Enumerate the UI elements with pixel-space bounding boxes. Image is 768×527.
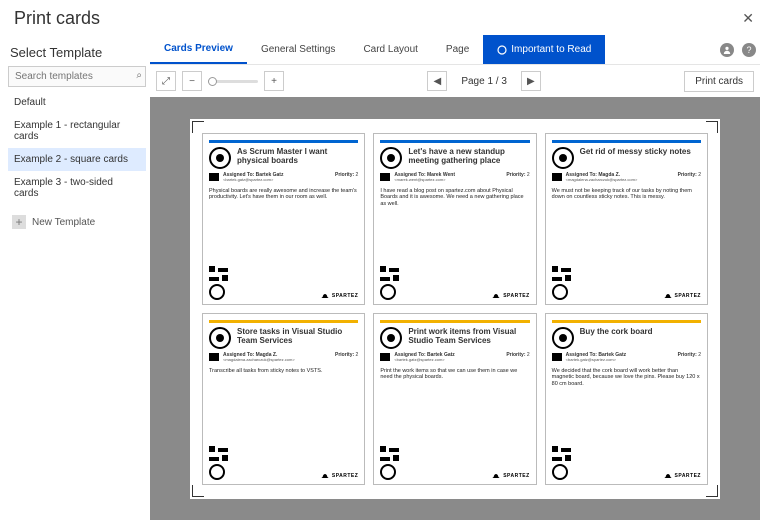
card-priority: Priority: 2 — [678, 173, 701, 179]
card-color-bar — [552, 320, 701, 323]
template-sidebar: Select Template ⌕ DefaultExample 1 - rec… — [0, 35, 150, 526]
card-description: Transcribe all tasks from sticky notes t… — [209, 368, 358, 375]
zoom-in-button[interactable]: + — [264, 71, 284, 91]
template-item[interactable]: Example 3 - two-sided cards — [8, 171, 146, 205]
card-title: Print work items from Visual Studio Team… — [408, 327, 529, 349]
qr-code-icon — [380, 446, 399, 480]
card-priority: Priority: 2 — [506, 173, 529, 179]
tab[interactable]: Cards Preview — [150, 35, 247, 64]
assignee-icon — [552, 173, 562, 181]
preview-toolbar: ⤢ − + ◀ Page 1 / 3 ▶ Print cards — [150, 65, 760, 97]
card-description: We must not be keeping track of our task… — [552, 188, 701, 202]
tab[interactable]: Important to Read — [483, 35, 605, 64]
brand-label: SPARTEZ — [492, 472, 529, 480]
assignee-icon — [209, 173, 219, 181]
new-template-button[interactable]: + New Template — [8, 209, 146, 235]
card-priority: Priority: 2 — [335, 173, 358, 179]
preview-card: Store tasks in Visual Studio Team Servic… — [202, 313, 365, 485]
plus-icon: + — [12, 215, 26, 229]
card-priority: Priority: 2 — [678, 353, 701, 359]
crop-mark — [706, 485, 718, 497]
assignee-icon — [380, 353, 390, 361]
card-description: Physical boards are really awesome and i… — [209, 188, 358, 202]
assignee-icon — [380, 173, 390, 181]
tab[interactable]: Page — [432, 35, 483, 64]
crop-mark — [192, 121, 204, 133]
card-title: As Scrum Master I want physical boards — [237, 147, 358, 169]
new-template-label: New Template — [32, 217, 95, 228]
zoom-out-button[interactable]: − — [182, 71, 202, 91]
card-color-bar — [552, 140, 701, 143]
assignee-icon — [209, 353, 219, 361]
qr-code-icon — [209, 446, 228, 480]
preview-card: As Scrum Master I want physical boards As… — [202, 133, 365, 305]
qr-code-icon — [552, 266, 571, 300]
print-page: As Scrum Master I want physical boards As… — [190, 119, 720, 499]
template-item[interactable]: Example 2 - square cards — [8, 148, 146, 171]
template-item[interactable]: Example 1 - rectangular cards — [8, 114, 146, 148]
card-color-bar — [380, 140, 529, 143]
card-title: Get rid of messy sticky notes — [580, 147, 701, 169]
page-indicator: Page 1 / 3 — [461, 76, 507, 87]
qr-ring-icon — [209, 147, 231, 169]
preview-area: As Scrum Master I want physical boards As… — [150, 97, 760, 520]
brand-label: SPARTEZ — [321, 292, 358, 300]
qr-ring-icon — [380, 147, 402, 169]
card-assignee: Assigned To: Marek Went<marek.went@spart… — [394, 173, 502, 184]
crop-mark — [706, 121, 718, 133]
zoom-slider[interactable] — [208, 80, 258, 83]
card-title: Store tasks in Visual Studio Team Servic… — [237, 327, 358, 349]
search-icon[interactable]: ⌕ — [136, 70, 142, 81]
brand-label: SPARTEZ — [664, 472, 701, 480]
help-icon[interactable]: ? — [742, 43, 756, 57]
card-description: I have read a blog post on spartez.com a… — [380, 188, 529, 209]
card-priority: Priority: 2 — [506, 353, 529, 359]
tab[interactable]: General Settings — [247, 35, 350, 64]
card-title: Let's have a new standup meeting gatheri… — [408, 147, 529, 169]
prev-page-button[interactable]: ◀ — [427, 71, 447, 91]
dialog-title: Print cards — [14, 8, 742, 29]
card-assignee: Assigned To: Magda Z.<magdalena.zacharcz… — [223, 353, 331, 364]
preview-card: Let's have a new standup meeting gatheri… — [373, 133, 536, 305]
crop-mark — [192, 485, 204, 497]
preview-card: Print work items from Visual Studio Team… — [373, 313, 536, 485]
template-item[interactable]: Default — [8, 91, 146, 114]
card-color-bar — [380, 320, 529, 323]
card-priority: Priority: 2 — [335, 353, 358, 359]
card-description: Print the work items so that we can use … — [380, 368, 529, 382]
tab-bar: Cards PreviewGeneral SettingsCard Layout… — [150, 35, 760, 65]
assignee-icon — [552, 353, 562, 361]
qr-code-icon — [209, 266, 228, 300]
user-icon[interactable] — [720, 43, 734, 57]
qr-code-icon — [552, 446, 571, 480]
card-color-bar — [209, 140, 358, 143]
qr-code-icon — [380, 266, 399, 300]
tab[interactable]: Card Layout — [349, 35, 431, 64]
brand-label: SPARTEZ — [492, 292, 529, 300]
sidebar-heading: Select Template — [8, 39, 146, 66]
print-cards-button[interactable]: Print cards — [684, 71, 754, 92]
preview-card: Get rid of messy sticky notes Assigned To… — [545, 133, 708, 305]
next-page-button[interactable]: ▶ — [521, 71, 541, 91]
preview-card: Buy the cork board Assigned To: Bartek Ga… — [545, 313, 708, 485]
qr-ring-icon — [552, 147, 574, 169]
qr-ring-icon — [552, 327, 574, 349]
card-title: Buy the cork board — [580, 327, 701, 349]
card-description: We decided that the cork board will work… — [552, 368, 701, 389]
qr-ring-icon — [380, 327, 402, 349]
brand-label: SPARTEZ — [664, 292, 701, 300]
close-icon[interactable]: ✕ — [742, 10, 754, 27]
card-assignee: Assigned To: Bartek Gatz<bartek.gatz@spa… — [566, 353, 674, 364]
card-color-bar — [209, 320, 358, 323]
qr-ring-icon — [209, 327, 231, 349]
card-assignee: Assigned To: Bartek Gatz<bartek.gatz@spa… — [223, 173, 331, 184]
brand-label: SPARTEZ — [321, 472, 358, 480]
card-assignee: Assigned To: Magda Z.<magdalena.zacharcz… — [566, 173, 674, 184]
card-assignee: Assigned To: Bartek Gatz<bartek.gatz@spa… — [394, 353, 502, 364]
fullscreen-button[interactable]: ⤢ — [156, 71, 176, 91]
search-input[interactable] — [8, 66, 146, 87]
